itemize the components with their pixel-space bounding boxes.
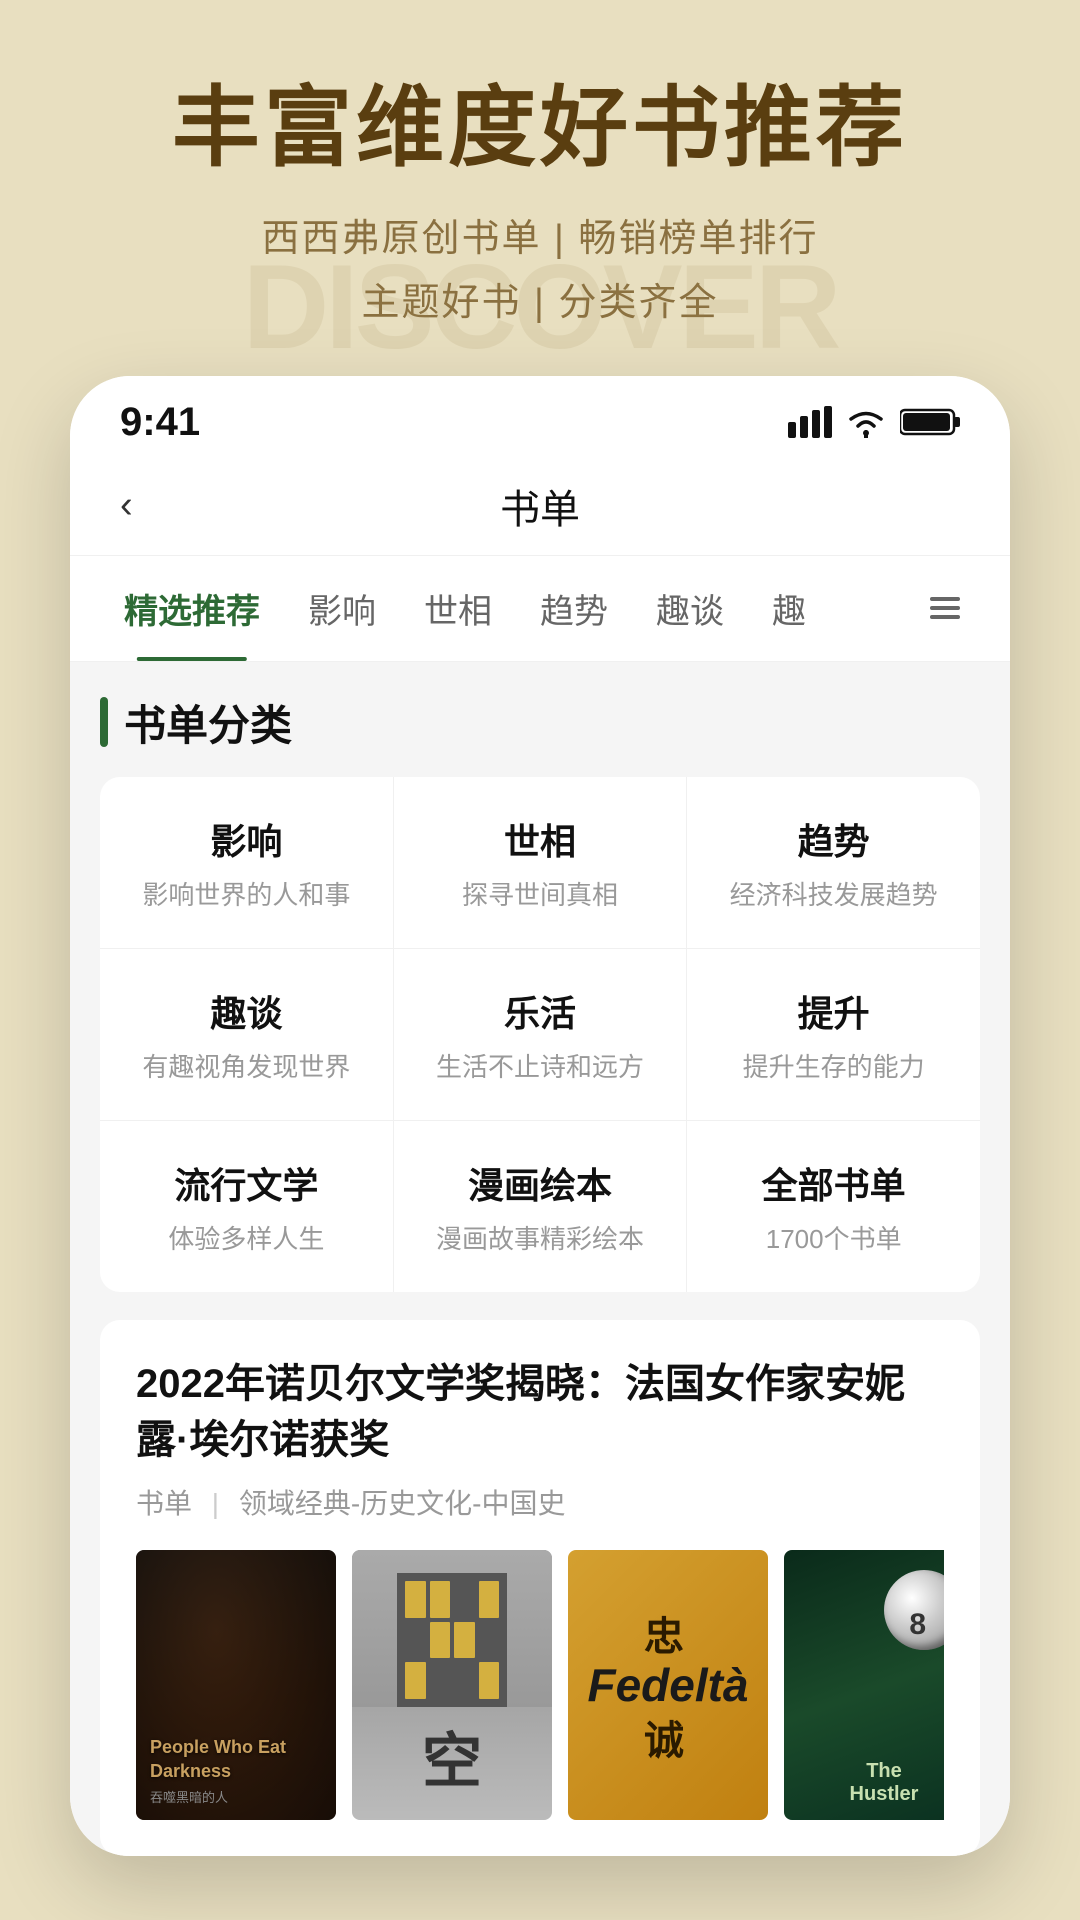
tab-partial[interactable]: 趣	[748, 556, 830, 661]
tab-selected-recommendations[interactable]: 精选推荐	[100, 556, 284, 661]
wifi-icon	[846, 406, 886, 438]
book-cover-1[interactable]: People Who Eat Darkness 吞噬黑暗的人	[136, 1550, 336, 1820]
promo-watermark: DISCOVER	[0, 238, 1080, 376]
tab-interesting[interactable]: 趣谈	[632, 556, 748, 661]
content-area: 书单分类 影响 影响世界的人和事 世相 探寻世间真相 趋势 经济科技发展趋势	[70, 662, 1010, 1856]
category-worldview[interactable]: 世相 探寻世间真相	[394, 777, 688, 948]
phone-mockup: 9:41 ‹ 书单	[70, 376, 1010, 1856]
category-lifestyle[interactable]: 乐活 生活不止诗和远方	[394, 949, 688, 1120]
section-header: 书单分类	[100, 692, 980, 753]
tab-influence[interactable]: 影响	[284, 556, 400, 661]
category-row-3: 流行文学 体验多样人生 漫画绘本 漫画故事精彩绘本 全部书单 1700个书单	[100, 1121, 980, 1292]
tab-bar: 精选推荐 影响 世相 趋势 趣谈 趣	[70, 556, 1010, 662]
section-title: 书单分类	[124, 692, 292, 753]
featured-card[interactable]: 2022年诺贝尔文学奖揭晓：法国女作家安妮露·埃尔诺获奖 书单 | 领域经典-历…	[100, 1320, 980, 1856]
status-bar: 9:41	[70, 376, 1010, 457]
status-time: 9:41	[120, 400, 200, 445]
section-bar-decoration	[100, 697, 108, 747]
book-cover-3[interactable]: 忠 Fedeltà 诚	[568, 1550, 768, 1820]
status-icons	[788, 406, 960, 438]
category-improvement[interactable]: 提升 提升生存的能力	[687, 949, 980, 1120]
category-fiction[interactable]: 流行文学 体验多样人生	[100, 1121, 394, 1292]
category-fun-talk[interactable]: 趣谈 有趣视角发现世界	[100, 949, 394, 1120]
back-button[interactable]: ‹	[120, 484, 133, 527]
battery-icon	[900, 407, 960, 437]
book-cover-2[interactable]: 空	[352, 1550, 552, 1820]
category-row-1: 影响 影响世界的人和事 世相 探寻世间真相 趋势 经济科技发展趋势	[100, 777, 980, 949]
tab-worldview[interactable]: 世相	[400, 556, 516, 661]
category-trends[interactable]: 趋势 经济科技发展趋势	[687, 777, 980, 948]
category-influence[interactable]: 影响 影响世界的人和事	[100, 777, 394, 948]
promo-section: DISCOVER 丰富维度好书推荐 西西弗原创书单 | 畅销榜单排行 主题好书 …	[0, 0, 1080, 376]
signal-icon	[788, 406, 832, 438]
books-row: People Who Eat Darkness 吞噬黑暗的人	[136, 1550, 944, 1820]
tab-more-button[interactable]	[910, 569, 980, 647]
category-manga[interactable]: 漫画绘本 漫画故事精彩绘本	[394, 1121, 688, 1292]
book-cover-4[interactable]: 8 TheHustler	[784, 1550, 944, 1820]
nav-title: 书单	[500, 477, 580, 535]
tab-trends[interactable]: 趋势	[516, 556, 632, 661]
featured-meta: 书单 | 领域经典-历史文化-中国史	[136, 1482, 944, 1522]
promo-title: 丰富维度好书推荐	[60, 80, 1020, 177]
nav-bar: ‹ 书单	[70, 457, 1010, 556]
featured-title: 2022年诺贝尔文学奖揭晓：法国女作家安妮露·埃尔诺获奖	[136, 1356, 944, 1468]
category-all[interactable]: 全部书单 1700个书单	[687, 1121, 980, 1292]
category-grid: 影响 影响世界的人和事 世相 探寻世间真相 趋势 经济科技发展趋势 趣谈 有趣视…	[100, 777, 980, 1292]
category-row-2: 趣谈 有趣视角发现世界 乐活 生活不止诗和远方 提升 提升生存的能力	[100, 949, 980, 1121]
